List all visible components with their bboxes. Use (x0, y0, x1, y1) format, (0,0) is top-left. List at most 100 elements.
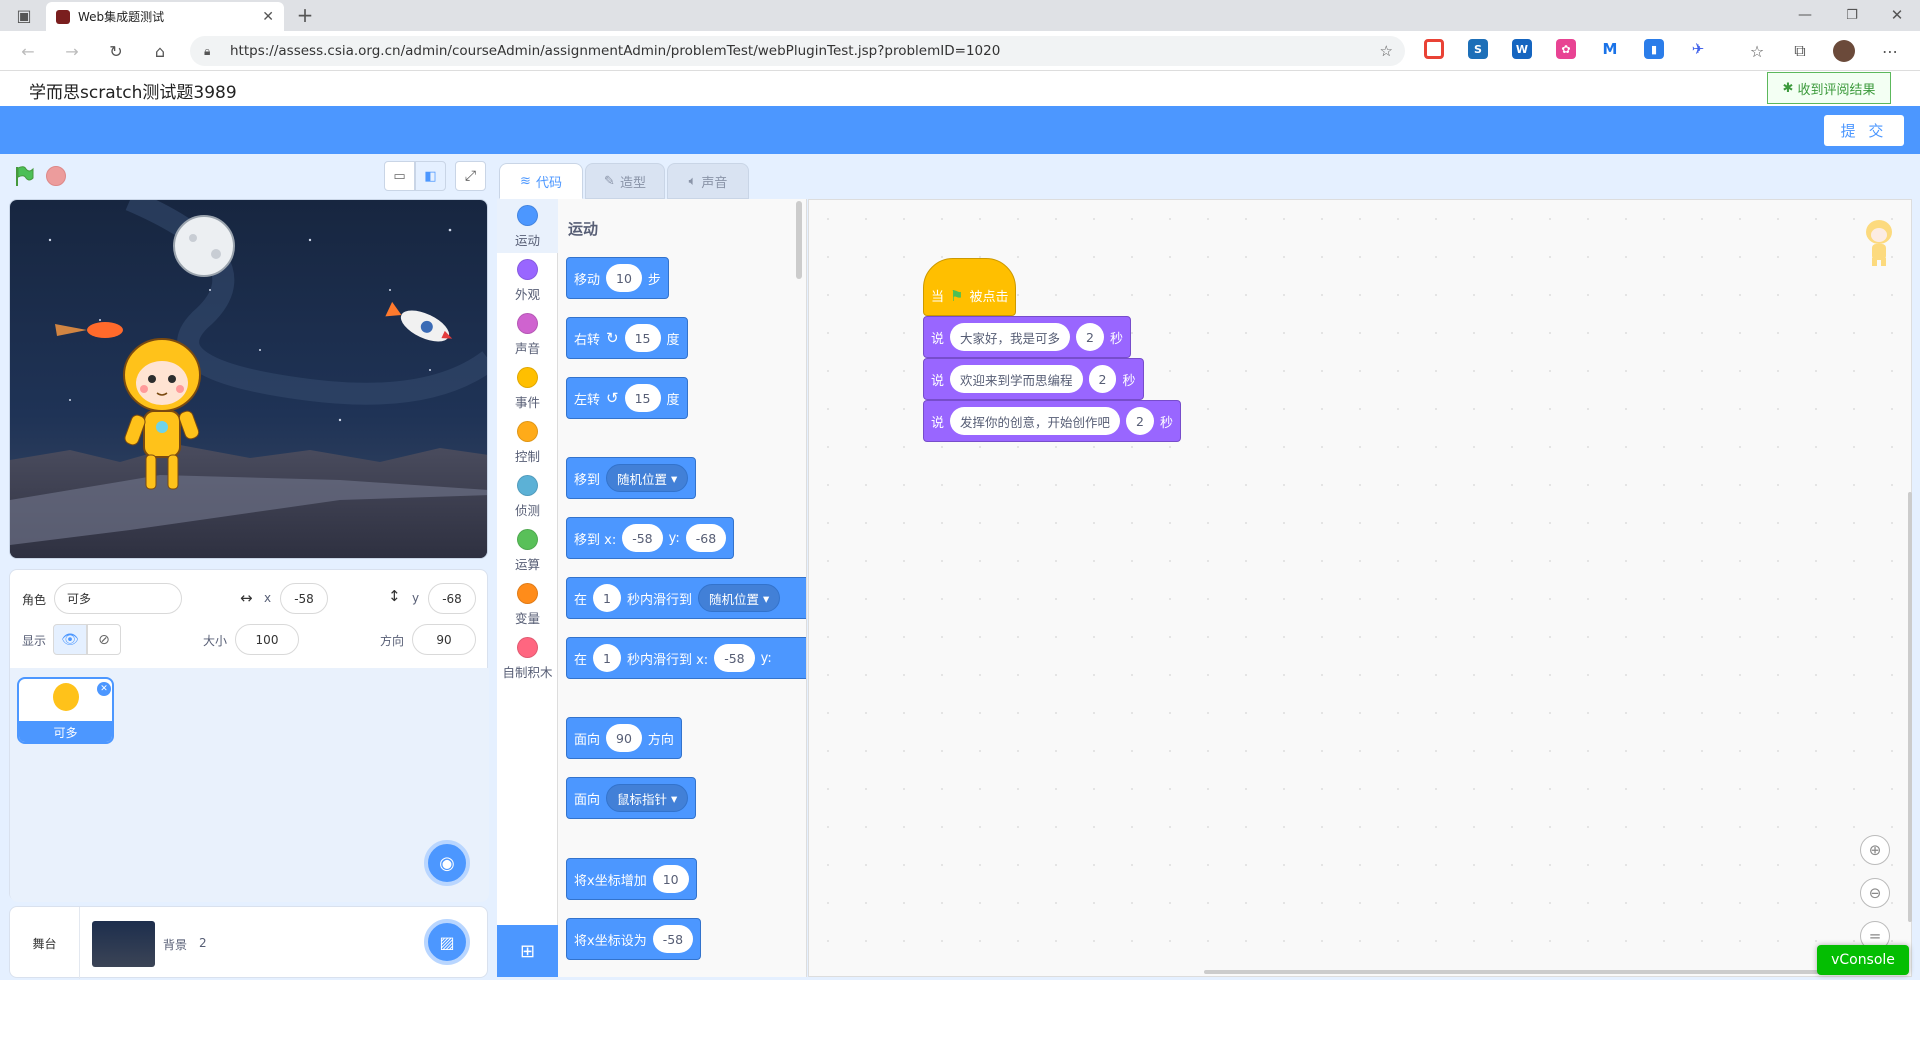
zoom-in-icon[interactable]: ⊕ (1860, 835, 1890, 865)
block-input[interactable]: 1 (593, 584, 621, 612)
close-tab-icon[interactable]: ✕ (262, 9, 274, 25)
category-sensing[interactable]: 侦测 (497, 469, 558, 523)
category-events[interactable]: 事件 (497, 361, 558, 415)
block-input[interactable]: -68 (685, 524, 727, 552)
extension-s-icon[interactable]: S (1468, 39, 1488, 59)
block-input[interactable]: -58 (622, 524, 663, 552)
reload-icon[interactable]: ↻ (104, 39, 128, 63)
block-dropdown[interactable]: 随机位置 ▾ (606, 464, 689, 492)
size-input[interactable]: 100 (235, 624, 299, 655)
extension-flower-icon[interactable]: ✿ (1556, 39, 1576, 59)
block-input[interactable]: 10 (652, 865, 689, 893)
backdrop-thumbnail[interactable] (92, 921, 155, 967)
add-sprite-button[interactable]: ◉ (424, 840, 470, 886)
sprite-thumbnail[interactable]: ✕ 可多 (17, 677, 114, 744)
block-input[interactable]: -58 (714, 644, 755, 672)
small-stage-icon[interactable]: ▭ (384, 161, 415, 191)
block-change-x[interactable]: 将x坐标增加 10 (566, 858, 697, 900)
sprite-name-input[interactable]: 可多 (54, 583, 182, 614)
delete-sprite-icon[interactable]: ✕ (97, 682, 111, 696)
block-dropdown[interactable]: 鼠标指针 ▾ (606, 784, 689, 812)
block-input[interactable]: -58 (652, 925, 694, 953)
add-backdrop-button[interactable]: ▨ (424, 919, 470, 965)
category-motion[interactable]: 运动 (497, 199, 558, 253)
category-variables[interactable]: 变量 (497, 577, 558, 631)
block-turn-left[interactable]: 左转 ↺ 15 度 (566, 377, 688, 419)
block-goto-xy[interactable]: 移到 x: -58 y: -68 (566, 517, 735, 559)
vconsole-button[interactable]: vConsole (1817, 945, 1909, 975)
tab-actions-icon[interactable]: ▣ (12, 3, 36, 27)
extension-we-icon[interactable]: W (1512, 39, 1532, 59)
extension-chart-icon[interactable]: ▮ (1644, 39, 1664, 59)
favorites-icon[interactable]: ☆ (1745, 39, 1769, 63)
large-stage-icon[interactable]: ◧ (415, 161, 446, 191)
block-dropdown[interactable]: 随机位置 ▾ (697, 584, 781, 612)
tab-code[interactable]: ≋ 代码 (499, 163, 583, 199)
category-looks[interactable]: 外观 (497, 253, 558, 307)
say-secs-input[interactable]: 2 (1126, 407, 1154, 435)
block-point-towards[interactable]: 面向 鼠标指针 ▾ (566, 777, 697, 819)
block-move-steps[interactable]: 移动 10 步 (566, 257, 669, 299)
extensions-button[interactable]: ⊞ (497, 925, 558, 977)
forward-icon[interactable]: → (60, 39, 84, 63)
stop-icon[interactable] (46, 166, 66, 186)
y-input[interactable]: -68 (428, 583, 476, 614)
category-my-blocks[interactable]: 自制积木 (497, 631, 558, 685)
say-secs-input[interactable]: 2 (1076, 323, 1104, 351)
block-glide-to[interactable]: 在 1 秒内滑行到 随机位置 ▾ (566, 577, 806, 619)
palette-scrollbar[interactable] (796, 201, 802, 279)
extension-m-icon[interactable]: M (1600, 39, 1620, 59)
x-input[interactable]: -58 (280, 583, 328, 614)
browser-tab[interactable]: Web集成题测试 ✕ (46, 2, 284, 31)
more-menu-icon[interactable]: ⋯ (1878, 39, 1902, 63)
collections-icon[interactable]: ⧉ (1788, 39, 1812, 63)
category-sound[interactable]: 声音 (497, 307, 558, 361)
block-set-x[interactable]: 将x坐标设为 -58 (566, 918, 702, 960)
block-glide-xy[interactable]: 在 1 秒内滑行到 x: -58 y: (566, 637, 806, 679)
stage-canvas[interactable] (9, 199, 488, 559)
hide-eye-icon[interactable]: ⊘ (87, 624, 121, 655)
extension-chrome-icon[interactable] (1424, 39, 1444, 59)
favorite-star-icon[interactable]: ☆ (1380, 42, 1393, 60)
block-when-flag-clicked[interactable]: 当 ⚑ 被点击 (923, 258, 1017, 316)
block-input[interactable]: 1 (593, 644, 621, 672)
fullscreen-icon[interactable]: ⤢ (455, 161, 486, 191)
say-text-input[interactable]: 发挥你的创意，开始创作吧 (950, 407, 1121, 435)
workspace-horizontal-scrollbar[interactable] (1204, 970, 1894, 974)
block-say-3[interactable]: 说发挥你的创意，开始创作吧 2 秒 (923, 400, 1181, 442)
say-text-input[interactable]: 欢迎来到学而思编程 (950, 365, 1083, 393)
green-flag-icon[interactable] (13, 165, 35, 187)
new-tab-icon[interactable]: + (293, 3, 317, 27)
block-goto[interactable]: 移到 随机位置 ▾ (566, 457, 697, 499)
script-workspace[interactable]: 当 ⚑ 被点击 说大家好，我是可多 2 秒 说欢迎来到学而思编程 2 秒 说发挥你的创意… (808, 199, 1912, 977)
block-turn-right[interactable]: 右转 ↻ 15 度 (566, 317, 688, 359)
block-point-direction[interactable]: 面向 90 方向 (566, 717, 682, 759)
category-control[interactable]: 控制 (497, 415, 558, 469)
extension-bird-icon[interactable]: ✈ (1688, 39, 1708, 59)
block-input[interactable]: 10 (606, 264, 642, 292)
stage-label[interactable]: 舞台 (10, 907, 80, 979)
home-icon[interactable]: ⌂ (148, 39, 172, 63)
restore-icon[interactable]: ❐ (1840, 3, 1864, 27)
say-text-input[interactable]: 大家好，我是可多 (950, 323, 1071, 351)
category-operators[interactable]: 运算 (497, 523, 558, 577)
block-say-1[interactable]: 说大家好，我是可多 2 秒 (923, 316, 1131, 358)
direction-input[interactable]: 90 (412, 624, 476, 655)
tab-sounds[interactable]: 🔈︎ 声音 (667, 163, 749, 199)
url-field[interactable]: 🔒︎ https://assess.csia.org.cn/admin/cour… (190, 36, 1405, 66)
block-say-2[interactable]: 说欢迎来到学而思编程 2 秒 (923, 358, 1144, 400)
say-secs-input[interactable]: 2 (1088, 365, 1117, 393)
workspace-vertical-scrollbar[interactable] (1908, 492, 1912, 922)
block-input[interactable]: 15 (624, 384, 661, 412)
submit-button[interactable]: 提 交 (1824, 115, 1904, 146)
profile-avatar[interactable] (1832, 39, 1856, 63)
minimize-icon[interactable]: — (1793, 3, 1817, 27)
block-input[interactable]: 90 (606, 724, 642, 752)
tab-costumes[interactable]: ✎ 造型 (585, 163, 665, 199)
close-window-icon[interactable]: ✕ (1885, 3, 1909, 27)
block-input[interactable]: 15 (624, 324, 661, 352)
zoom-out-icon[interactable]: ⊖ (1860, 878, 1890, 908)
back-icon[interactable]: ← (16, 39, 40, 63)
show-eye-icon[interactable]: 👁︎ (53, 624, 87, 655)
result-button[interactable]: ✱ 收到评阅结果 (1767, 72, 1891, 104)
